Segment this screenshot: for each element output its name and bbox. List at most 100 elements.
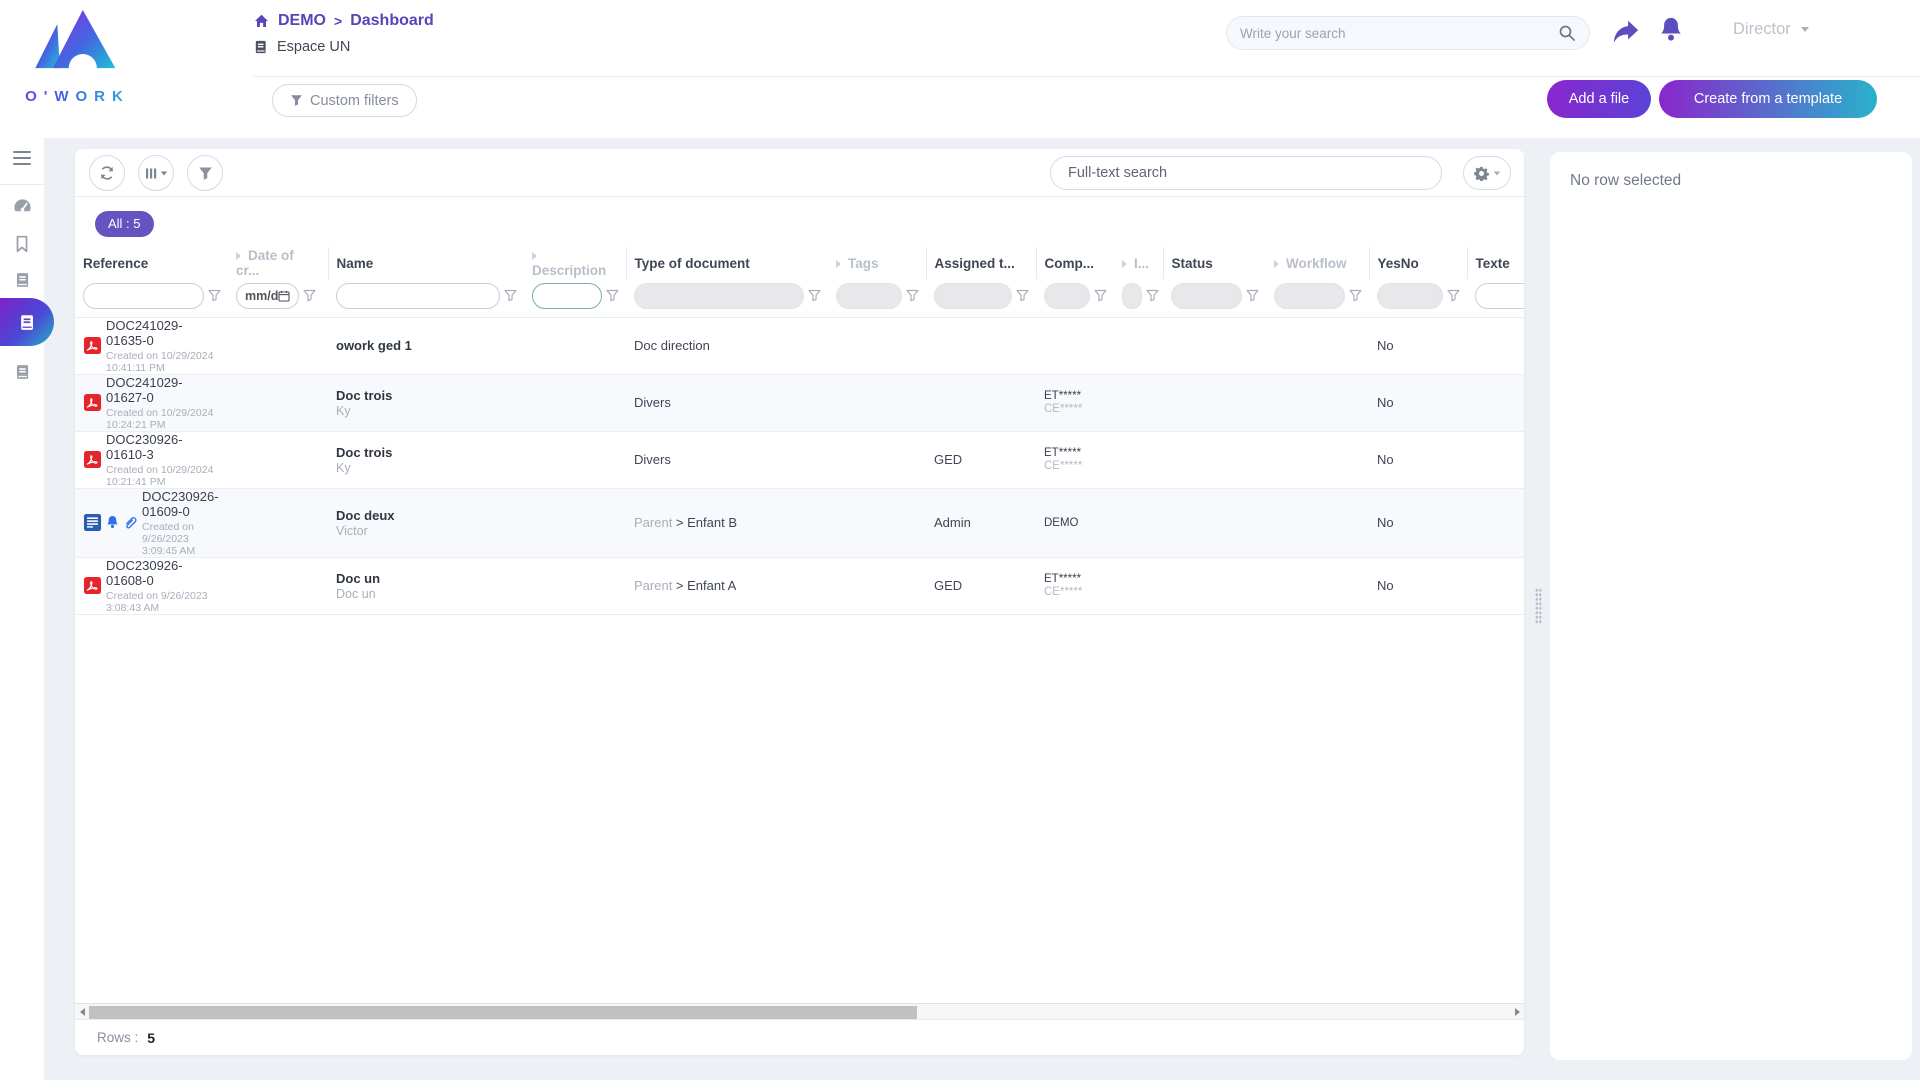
document-assigned-to: GED bbox=[926, 557, 1036, 614]
share-icon[interactable] bbox=[1612, 18, 1640, 44]
sidebar-item-bookmarks[interactable] bbox=[0, 228, 44, 260]
table-row[interactable]: DOC241029-01627-0Created on 10/29/2024 1… bbox=[75, 374, 1524, 431]
table-row[interactable]: DOC230926-01610-3Created on 10/29/2024 1… bbox=[75, 431, 1524, 488]
column-header-texte[interactable]: Texte bbox=[1467, 247, 1524, 279]
filter-funnel-icon[interactable] bbox=[1246, 289, 1260, 302]
document-yesno: No bbox=[1369, 431, 1467, 488]
column-header-type-of-document[interactable]: Type of document bbox=[626, 247, 828, 279]
document-type: Doc direction bbox=[626, 317, 828, 374]
filter-select-workflow[interactable] bbox=[1274, 283, 1345, 309]
document-reference: DOC241029-01635-0 bbox=[106, 318, 220, 348]
sidebar-item-documents-2[interactable] bbox=[0, 356, 44, 388]
global-search-input[interactable] bbox=[1240, 26, 1558, 41]
column-header-description[interactable]: Description bbox=[524, 247, 626, 279]
breadcrumb-root[interactable]: DEMO bbox=[278, 12, 326, 30]
user-menu[interactable]: Director bbox=[1733, 20, 1809, 39]
sidebar-item-dashboard[interactable] bbox=[0, 190, 44, 222]
create-from-template-button[interactable]: Create from a template bbox=[1659, 80, 1877, 118]
document-reference: DOC230926-01610-3 bbox=[106, 432, 220, 462]
filter-funnel-icon[interactable] bbox=[808, 289, 822, 302]
detail-panel: No row selected bbox=[1550, 152, 1912, 1060]
calendar-icon[interactable] bbox=[278, 290, 290, 302]
column-label: Texte bbox=[1476, 256, 1510, 271]
column-label: Assigned t... bbox=[935, 256, 1015, 271]
column-label: YesNo bbox=[1378, 256, 1419, 271]
filter-funnel-icon[interactable] bbox=[303, 289, 317, 302]
column-header-company[interactable]: Comp... bbox=[1036, 247, 1114, 279]
column-header-status[interactable]: Status bbox=[1163, 247, 1266, 279]
filter-input-name[interactable] bbox=[336, 283, 500, 309]
column-label: Status bbox=[1172, 256, 1213, 271]
filter-badge-all[interactable]: All : 5 bbox=[95, 211, 154, 237]
scroll-left-arrow[interactable] bbox=[75, 1004, 89, 1020]
filter-input-description[interactable] bbox=[532, 283, 602, 309]
dashboard-gauge-icon bbox=[13, 198, 32, 215]
filter-funnel-icon[interactable] bbox=[1447, 289, 1461, 302]
columns-button[interactable] bbox=[138, 155, 174, 191]
menu-toggle-button[interactable] bbox=[13, 151, 31, 168]
document-name: owork ged 1 bbox=[336, 338, 516, 353]
bell-icon bbox=[105, 515, 120, 530]
filter-select-status[interactable] bbox=[1171, 283, 1242, 309]
filter-funnel-icon[interactable] bbox=[1146, 289, 1160, 302]
breadcrumb-current[interactable]: Dashboard bbox=[350, 12, 434, 30]
sort-arrow-icon bbox=[236, 252, 241, 260]
top-header: O'WORK DEMO > Dashboard Espace UN bbox=[0, 0, 1920, 138]
filter-funnel-icon[interactable] bbox=[504, 289, 518, 302]
horizontal-scrollbar[interactable] bbox=[75, 1003, 1524, 1019]
filter-select-type-of-document[interactable] bbox=[634, 283, 804, 309]
add-file-button[interactable]: Add a file bbox=[1547, 80, 1651, 118]
filter-funnel-icon[interactable] bbox=[208, 289, 222, 302]
column-header-reference[interactable]: Reference bbox=[75, 247, 228, 279]
header-divider bbox=[253, 76, 1920, 77]
document-assigned-to: Admin bbox=[926, 488, 1036, 557]
filter-input-reference[interactable] bbox=[83, 283, 204, 309]
filter-funnel-icon[interactable] bbox=[1094, 289, 1108, 302]
fulltext-search-input[interactable] bbox=[1050, 156, 1442, 190]
document-name: Doc deux bbox=[336, 508, 516, 523]
filter-select-yesno[interactable] bbox=[1377, 283, 1443, 309]
column-header-i[interactable]: I... bbox=[1114, 247, 1163, 279]
sort-arrow-icon bbox=[1122, 260, 1127, 268]
scroll-right-arrow[interactable] bbox=[1510, 1004, 1524, 1020]
document-reference: DOC230926-01609-0 bbox=[142, 489, 220, 519]
filter-select-assigned-to[interactable] bbox=[934, 283, 1012, 309]
sidebar-item-documents-active[interactable] bbox=[0, 298, 54, 346]
notifications-bell-icon[interactable] bbox=[1658, 16, 1684, 44]
filter-button[interactable] bbox=[187, 155, 223, 191]
filter-funnel-icon[interactable] bbox=[606, 289, 620, 302]
sidebar-item-documents-1[interactable] bbox=[0, 264, 44, 296]
document-assigned-to bbox=[926, 317, 1036, 374]
column-header-tags[interactable]: Tags bbox=[828, 247, 926, 279]
custom-filters-button[interactable]: Custom filters bbox=[272, 84, 417, 117]
table-settings-button[interactable] bbox=[1463, 156, 1511, 190]
refresh-button[interactable] bbox=[89, 155, 125, 191]
table-row[interactable]: DOC241029-01635-0Created on 10/29/2024 1… bbox=[75, 317, 1524, 374]
app-logo[interactable]: O'WORK bbox=[12, 6, 136, 105]
table-row[interactable]: DOC230926-01609-0Created on 9/26/2023 3:… bbox=[75, 488, 1524, 557]
column-header-date-of-creation[interactable]: Date of cr... bbox=[228, 247, 328, 279]
filter-select-company[interactable] bbox=[1044, 283, 1090, 309]
home-icon[interactable] bbox=[253, 13, 270, 29]
column-header-assigned-to[interactable]: Assigned t... bbox=[926, 247, 1036, 279]
panel-resize-handle[interactable] bbox=[1535, 588, 1542, 624]
sort-arrow-icon bbox=[836, 260, 841, 268]
column-label: Reference bbox=[83, 256, 148, 271]
logo-wordmark: O'WORK bbox=[12, 88, 136, 105]
column-header-workflow[interactable]: Workflow bbox=[1266, 247, 1369, 279]
table-toolbar bbox=[75, 149, 1524, 197]
filter-select-tags[interactable] bbox=[836, 283, 902, 309]
filter-funnel-icon[interactable] bbox=[906, 289, 920, 302]
filter-funnel-icon[interactable] bbox=[1016, 289, 1030, 302]
search-icon[interactable] bbox=[1558, 24, 1576, 42]
filter-date-input-date-of-creation[interactable]: mm/d bbox=[236, 283, 299, 309]
filter-input-texte[interactable] bbox=[1475, 283, 1524, 309]
scrollbar-thumb[interactable] bbox=[89, 1006, 917, 1019]
chevron-down-icon bbox=[160, 171, 166, 175]
breadcrumb: DEMO > Dashboard bbox=[253, 12, 434, 30]
filter-select-i[interactable] bbox=[1122, 283, 1142, 309]
column-header-yesno[interactable]: YesNo bbox=[1369, 247, 1467, 279]
table-row[interactable]: DOC230926-01608-0Created on 9/26/2023 3:… bbox=[75, 557, 1524, 614]
column-header-name[interactable]: Name bbox=[328, 247, 524, 279]
filter-funnel-icon[interactable] bbox=[1349, 289, 1363, 302]
